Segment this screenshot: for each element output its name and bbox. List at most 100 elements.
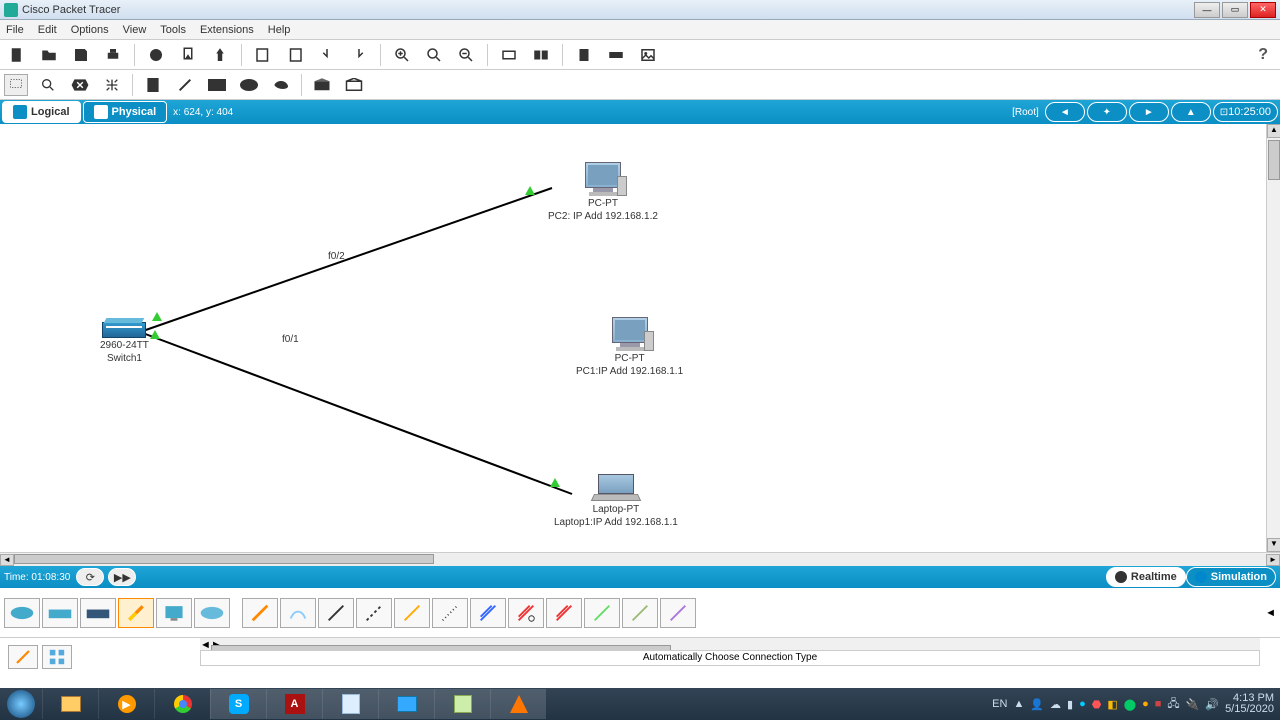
conn-auto[interactable] [242, 598, 278, 628]
zoom-in-icon[interactable] [391, 44, 413, 66]
taskbar-rdp[interactable] [378, 689, 434, 719]
save-icon[interactable] [70, 44, 92, 66]
lang-indicator[interactable]: EN [992, 698, 1007, 710]
network-icon[interactable] [605, 44, 627, 66]
physical-view-tab[interactable]: Physical [83, 101, 168, 123]
tray-app-icon[interactable]: ⬣ [1092, 698, 1102, 711]
image-icon[interactable] [637, 44, 659, 66]
tray-app-icon[interactable]: ● [1142, 698, 1149, 710]
conn-serial-dce[interactable] [508, 598, 544, 628]
tray-power-icon[interactable]: 🔌 [1186, 698, 1200, 711]
tray-app-icon[interactable]: ◧ [1107, 698, 1117, 711]
bg-button[interactable]: ▲ [1171, 102, 1211, 122]
tray-network-icon[interactable]: 🖧 [1167, 695, 1179, 714]
tray-icon[interactable]: ▲ [1013, 698, 1024, 710]
nav-back-button[interactable]: ◄ [1045, 102, 1085, 122]
taskbar-acrobat[interactable]: A [266, 689, 322, 719]
viewport-button[interactable]: ⊡ 10:25:00 [1213, 102, 1278, 122]
redo-icon[interactable] [284, 44, 306, 66]
new-file-icon[interactable] [6, 44, 28, 66]
line-tool-icon[interactable] [173, 74, 197, 96]
realtime-mode-button[interactable]: Realtime [1106, 567, 1186, 587]
command-log-icon[interactable] [573, 44, 595, 66]
conn-coax[interactable] [470, 598, 506, 628]
help-icon[interactable]: ? [1258, 46, 1274, 64]
menu-extensions[interactable]: Extensions [200, 24, 254, 36]
device-pc1[interactable]: PC-PT PC1:IP Add 192.168.1.1 [576, 317, 683, 377]
scroll-right-icon[interactable]: ► [1266, 554, 1280, 566]
conn-copper-cross[interactable] [356, 598, 392, 628]
tray-volume-icon[interactable]: 🔊 [1205, 698, 1219, 711]
select-tool-icon[interactable] [4, 74, 28, 96]
hubs-category[interactable] [80, 598, 116, 628]
menu-tools[interactable]: Tools [160, 24, 186, 36]
zoom-reset-icon[interactable] [423, 44, 445, 66]
cluster-button[interactable]: ✦ [1087, 102, 1127, 122]
device-laptop1[interactable]: Laptop-PT Laptop1:IP Add 192.168.1.1 [554, 474, 678, 528]
menu-view[interactable]: View [123, 24, 147, 36]
simulation-mode-button[interactable]: Simulation [1186, 567, 1276, 587]
power-cycle-button[interactable]: ⟳ [76, 568, 104, 586]
open-file-icon[interactable] [38, 44, 60, 66]
nav-fwd-button[interactable]: ► [1129, 102, 1169, 122]
connections-category[interactable] [118, 598, 154, 628]
copy-icon[interactable] [177, 44, 199, 66]
taskbar-notepad[interactable] [322, 689, 378, 719]
taskbar-media[interactable]: ▶ [98, 689, 154, 719]
logical-view-tab[interactable]: Logical [2, 101, 81, 123]
menu-edit[interactable]: Edit [38, 24, 57, 36]
end-devices-category[interactable] [156, 598, 192, 628]
system-tray[interactable]: EN ▲ 👤 ☁ ▮ ● ⬣ ◧ ⬤ ● ■ 🖧 🔌 🔊 4:13 PM 5/1… [986, 693, 1280, 715]
scroll-left-icon[interactable]: ◄ [0, 554, 14, 566]
conn-serial-dte[interactable] [546, 598, 582, 628]
conn-phone[interactable] [432, 598, 468, 628]
paste-icon[interactable] [209, 44, 231, 66]
start-button[interactable] [0, 688, 42, 720]
taskbar-explorer[interactable] [42, 689, 98, 719]
undo-arrow-icon[interactable] [316, 44, 338, 66]
tray-user-icon[interactable]: 👤 [1030, 698, 1044, 711]
close-button[interactable]: ✕ [1250, 2, 1276, 18]
conn-iot[interactable] [622, 598, 658, 628]
device-pc2[interactable]: PC-PT PC2: IP Add 192.168.1.2 [548, 162, 658, 222]
routers-category[interactable] [4, 598, 40, 628]
menu-options[interactable]: Options [71, 24, 109, 36]
taskbar-clock[interactable]: 4:13 PM 5/15/2020 [1225, 693, 1274, 715]
switches-category[interactable] [42, 598, 78, 628]
delete-tool-icon[interactable] [68, 74, 92, 96]
subcat-item[interactable] [8, 645, 38, 669]
conn-copper-straight[interactable] [318, 598, 354, 628]
menu-file[interactable]: File [6, 24, 24, 36]
tray-app-icon[interactable]: ⬤ [1124, 698, 1136, 711]
fast-forward-button[interactable]: ▶▶ [108, 568, 136, 586]
print-icon[interactable] [102, 44, 124, 66]
palette-collapse-icon[interactable]: ◄ [1265, 607, 1276, 619]
rect-tool-icon[interactable] [205, 74, 229, 96]
conn-fiber[interactable] [394, 598, 430, 628]
complex-pdu-icon[interactable] [342, 74, 366, 96]
subcat-grid[interactable] [42, 645, 72, 669]
taskbar-packet-tracer[interactable] [434, 689, 490, 719]
workspace-canvas[interactable]: 2960-24TT Switch1 PC-PT PC2: IP Add 192.… [0, 124, 1280, 552]
menu-help[interactable]: Help [268, 24, 291, 36]
undo-icon[interactable] [252, 44, 274, 66]
conn-console[interactable] [280, 598, 316, 628]
freeform-tool-icon[interactable] [269, 74, 293, 96]
conn-octal[interactable] [584, 598, 620, 628]
root-label[interactable]: [Root] [1012, 107, 1039, 118]
tray-app-icon[interactable]: ■ [1155, 698, 1162, 710]
ellipse-tool-icon[interactable] [237, 74, 261, 96]
conn-usb[interactable] [660, 598, 696, 628]
taskbar-chrome[interactable] [154, 689, 210, 719]
tray-cloud-icon[interactable]: ☁ [1050, 698, 1061, 711]
vertical-scrollbar[interactable]: ▲ ▼ [1266, 124, 1280, 552]
minimize-button[interactable]: — [1194, 2, 1220, 18]
wan-category[interactable] [194, 598, 230, 628]
inspect-tool-icon[interactable] [36, 74, 60, 96]
activity-wizard-icon[interactable] [145, 44, 167, 66]
taskbar-vlc[interactable] [490, 689, 546, 719]
redo-arrow-icon[interactable] [348, 44, 370, 66]
maximize-button[interactable]: ▭ [1222, 2, 1248, 18]
simple-pdu-icon[interactable] [310, 74, 334, 96]
scroll-thumb[interactable] [14, 554, 434, 564]
